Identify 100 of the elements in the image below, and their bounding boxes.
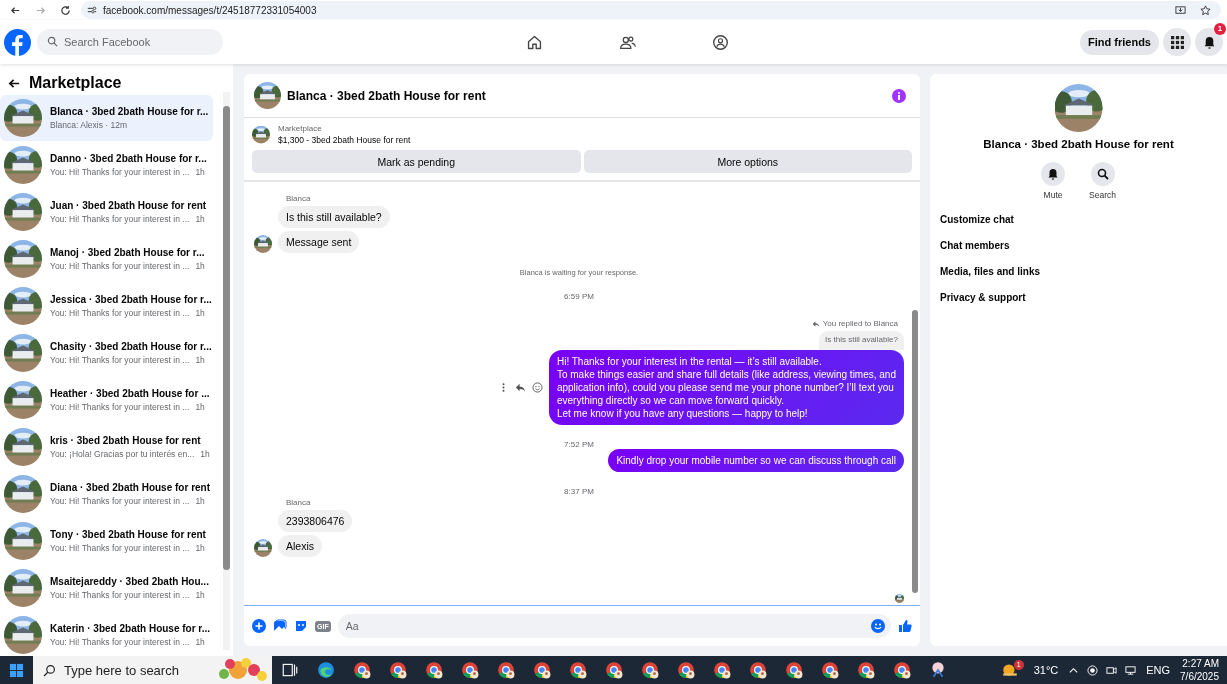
chrome-profile-icon[interactable]: [605, 661, 623, 679]
clock-date[interactable]: 7/6/2025: [1180, 670, 1219, 683]
conversation-item[interactable]: Manoj · 3bed 2bath House for r... You: Hi! Thanks for your interest in ... 1h: [0, 236, 213, 282]
chrome-profile-icon[interactable]: [749, 661, 767, 679]
record-icon[interactable]: [1087, 664, 1099, 676]
chrome-profile-icon[interactable]: [857, 661, 875, 679]
reload-icon[interactable]: [60, 4, 71, 16]
details-menu-item[interactable]: Chat members: [940, 240, 1010, 251]
emoji-icon[interactable]: [531, 382, 543, 393]
notification-badge: 1: [1214, 23, 1226, 35]
weather-icon[interactable]: [1000, 661, 1019, 679]
chrome-profile-icon[interactable]: [461, 661, 479, 679]
start-icon[interactable]: [9, 662, 24, 678]
menu-button[interactable]: [1163, 28, 1191, 56]
conversation-preview: You: Hi! Thanks for your interest in ...: [50, 355, 190, 365]
task-view-icon[interactable]: [281, 661, 299, 679]
reply-icon[interactable]: [514, 382, 526, 393]
clock-time[interactable]: 2:27 AM: [1182, 657, 1219, 670]
chrome-profile-icon[interactable]: [425, 661, 443, 679]
sidebar-title: Marketplace: [29, 74, 122, 92]
action-label: Mute: [1043, 190, 1063, 200]
conversation-item[interactable]: Tony · 3bed 2bath House for rent You: Hi! Thanks for your interest in ... 1h: [0, 518, 213, 564]
chrome-profile-icon[interactable]: [821, 661, 839, 679]
language-indicator[interactable]: ENG: [1146, 664, 1171, 676]
chrome-profile-icon[interactable]: [533, 661, 551, 679]
sticker-icon[interactable]: [294, 619, 308, 633]
conversation-time: 1h: [200, 449, 210, 459]
logo-icon[interactable]: [4, 28, 31, 56]
listing-action-button[interactable]: More options: [583, 150, 912, 173]
conversation-title: kris · 3bed 2bath House for rent: [50, 435, 202, 446]
conversation-preview: You: Hi! Thanks for your interest in ...: [50, 214, 190, 224]
conversation-time: 1h: [195, 261, 205, 271]
conversation-item[interactable]: Danno · 3bed 2bath House for r... You: Hi! Thanks for your interest in ... 1h: [0, 142, 213, 188]
details-menu-item[interactable]: Privacy & support: [940, 292, 1026, 303]
message-field[interactable]: Aa: [337, 614, 891, 638]
bell-icon: [1047, 168, 1060, 180]
sender-name: Blanca: [286, 498, 312, 507]
conversation-title: Diana · 3bed 2bath House for rent: [50, 482, 209, 493]
network-icon[interactable]: [1125, 664, 1137, 676]
taskbar-search-field[interactable]: Type here to search: [33, 656, 272, 684]
search-icon: [1096, 168, 1109, 180]
conversation-title: Manoj · 3bed 2bath House for r...: [50, 247, 205, 258]
details-menu-item[interactable]: Customize chat: [940, 214, 1014, 225]
search-button[interactable]: [1090, 162, 1115, 186]
find-friends-button[interactable]: Find friends: [1080, 29, 1159, 55]
listing-action-button[interactable]: Mark as pending: [252, 150, 581, 173]
conversation-item[interactable]: Diana · 3bed 2bath House for rent You: Hi! Thanks for your interest in ... 1h: [0, 471, 213, 517]
site-settings-icon[interactable]: [87, 5, 97, 15]
conversation-title: Danno · 3bed 2bath House for r...: [50, 153, 207, 164]
emoji-icon[interactable]: [871, 619, 885, 633]
camera-icon[interactable]: [1106, 664, 1118, 676]
scrollbar[interactable]: [223, 92, 230, 650]
chrome-profile-icon[interactable]: [677, 661, 695, 679]
listing-label: Marketplace: [278, 124, 323, 133]
timestamp: 6:59 PM: [564, 292, 594, 301]
message-bubble: Kindly drop your mobile number so we can discuss through call: [608, 449, 904, 472]
conversation-preview: You: ¡Hola! Gracias por tu interés en...: [50, 449, 195, 459]
thumbs-up-icon[interactable]: [898, 619, 912, 633]
search-icon: [43, 663, 56, 677]
chrome-profile-icon[interactable]: [893, 661, 911, 679]
search-field[interactable]: Search Facebook: [37, 29, 223, 55]
details-menu-item[interactable]: Media, files and links: [940, 266, 1041, 277]
chrome-profile-icon[interactable]: [497, 661, 515, 679]
grid-icon: [1170, 35, 1184, 49]
plus-icon[interactable]: [252, 619, 266, 633]
conversation-item[interactable]: Katerin · 3bed 2bath House for r... You: Hi! Thanks for your interest in ... 1h: [0, 612, 213, 656]
home-icon[interactable]: [526, 33, 543, 51]
conversation-item[interactable]: Msaitejareddy · 3bed 2bath Hou... You: Hi! Thanks for your interest in ... 1h: [0, 565, 213, 611]
chrome-profile-icon[interactable]: [641, 661, 659, 679]
conversation-item[interactable]: Chasity · 3bed 2bath House for r... You: Hi! Thanks for your interest in ... 1h: [0, 330, 213, 376]
chrome-profile-icon[interactable]: [569, 661, 587, 679]
chrome-profile-icon[interactable]: [389, 661, 407, 679]
mute-button[interactable]: [1041, 162, 1066, 186]
action-label: Search: [1089, 190, 1116, 200]
listing-title: $1,300 - 3bed 2bath House for rent: [278, 135, 411, 145]
conversation-time: 1h: [195, 214, 205, 224]
sender-name: Blanca: [286, 194, 312, 203]
conversation-item[interactable]: kris · 3bed 2bath House for rent You: ¡Hola! Gracias por tu interés en... 1h: [0, 424, 213, 470]
conversation-item[interactable]: Juan · 3bed 2bath House for rent You: Hi! Thanks for your interest in ... 1h: [0, 189, 213, 235]
message-bubble: Alexis: [278, 535, 322, 557]
conversation-item[interactable]: Heather · 3bed 2bath House for ... You: Hi! Thanks for your interest in ... 1h: [0, 377, 213, 423]
chrome-profile-icon[interactable]: [785, 661, 803, 679]
conversation-time: 1h: [195, 543, 205, 553]
reply-icon: [811, 319, 820, 328]
conversation-item[interactable]: Blanca · 3bed 2bath House for r... Blanca: Alexis · 12m: [0, 95, 213, 141]
conversation-preview: You: Hi! Thanks for your interest in ...: [50, 167, 190, 177]
edge-icon[interactable]: [317, 661, 335, 679]
conversation-title: Msaitejareddy · 3bed 2bath Hou...: [50, 576, 209, 587]
notifications-button[interactable]: [1195, 28, 1223, 56]
info-icon[interactable]: [892, 88, 906, 103]
address-bar[interactable]: facebook.com/messages/t/24518772331054003: [81, 1, 1221, 19]
star-icon[interactable]: [1200, 4, 1211, 16]
install-icon[interactable]: [1175, 4, 1186, 16]
url-text: facebook.com/messages/t/24518772331054003: [103, 4, 317, 16]
conversation-item[interactable]: Jessica · 3bed 2bath House for r... You: Hi! Thanks for your interest in ... 1h: [0, 283, 213, 329]
photo-icon[interactable]: [273, 619, 287, 633]
chrome-profile-icon[interactable]: [353, 661, 371, 679]
groups-icon[interactable]: [712, 33, 729, 51]
bell-icon: [1202, 35, 1216, 49]
chrome-profile-icon[interactable]: [713, 661, 731, 679]
